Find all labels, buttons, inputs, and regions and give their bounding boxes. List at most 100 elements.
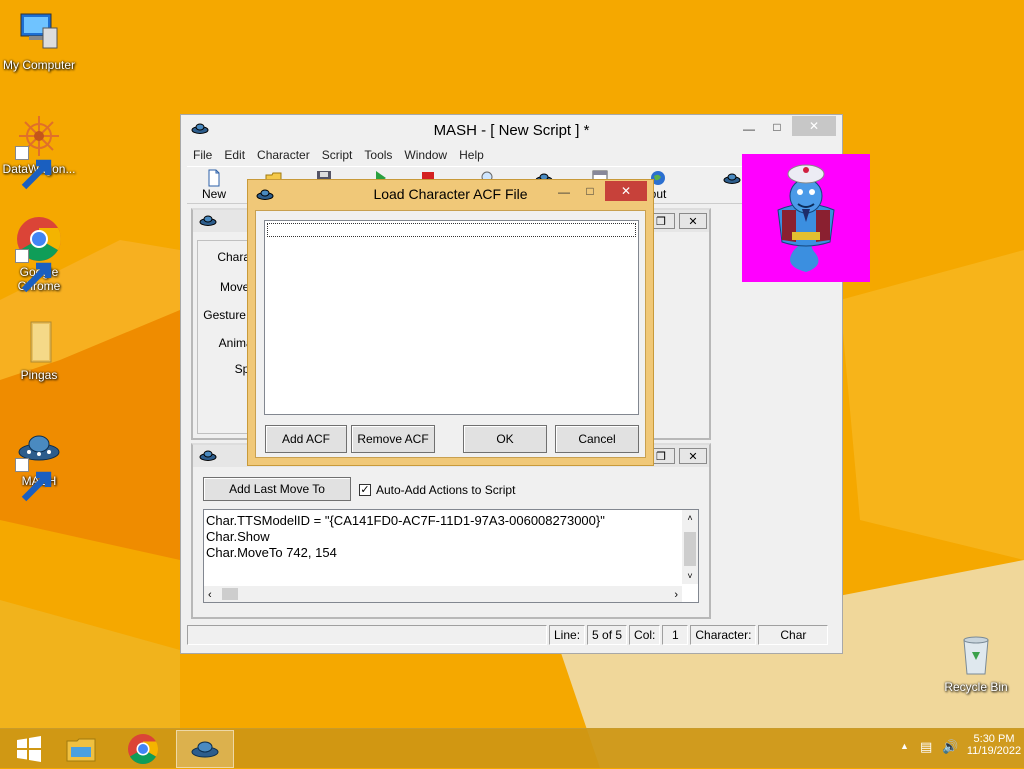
minimize-icon: — [558, 185, 570, 199]
clock[interactable]: 5:30 PM 11/19/2022 [966, 733, 1022, 757]
windows-logo-icon [17, 736, 41, 762]
status-character-label: Character: [690, 625, 757, 645]
chrome-icon [15, 215, 63, 293]
new-document-icon [208, 169, 220, 187]
start-button[interactable] [0, 730, 58, 768]
menu-character[interactable]: Character [251, 146, 316, 164]
desktop-icon-label: My Computer [2, 58, 76, 72]
taskbar-mash[interactable] [176, 730, 234, 768]
datawagon-icon [15, 112, 63, 190]
menu-bar: File Edit Character Script Tools Window … [187, 146, 490, 164]
scroll-up-icon[interactable]: ˄ [682, 510, 698, 526]
status-col-value: 1 [662, 625, 689, 645]
remove-acf-button[interactable]: Remove ACF [351, 425, 435, 453]
folder-icon [15, 318, 63, 366]
auto-add-checkbox[interactable]: ✓ [359, 484, 371, 496]
restore-icon: ❐ [656, 450, 666, 463]
mash-app-icon [191, 121, 209, 139]
scroll-thumb[interactable] [684, 532, 696, 566]
maximize-icon: □ [586, 184, 594, 198]
menu-script[interactable]: Script [316, 146, 359, 164]
restore-icon: ❐ [656, 215, 666, 228]
status-bar: Line: 5 of 5 Col: 1 Character: Char [187, 625, 836, 647]
script-line: Char.TTSModelID = "{CA141FD0-AC7F-11D1-9… [206, 513, 605, 528]
menu-tools[interactable]: Tools [358, 146, 398, 164]
list-focus-row[interactable] [267, 223, 636, 237]
show-hidden-icons-icon[interactable]: ▲ [900, 741, 909, 751]
desktop-icon-mash[interactable]: MASH [0, 424, 78, 502]
maximize-button[interactable]: □ [764, 117, 790, 137]
chrome-icon [128, 734, 159, 765]
taskbar-chrome[interactable] [114, 730, 172, 768]
mash-ufo-icon [15, 424, 63, 502]
new-button-label: New [201, 187, 226, 201]
system-tray: ▲ ▤ 🔊 5:30 PM 11/19/2022 [874, 729, 1024, 769]
desktop-icon-label: Recycle Bin [944, 680, 1008, 694]
ok-button[interactable]: OK [463, 425, 547, 453]
dialog-minimize-button[interactable]: — [551, 182, 577, 202]
clock-date: 11/19/2022 [966, 745, 1022, 757]
desktop-icon-datawagon[interactable]: DataWagon... [0, 112, 78, 190]
desktop-icon-pingas[interactable]: Pingas [0, 318, 78, 382]
file-explorer-icon [66, 738, 96, 762]
close-icon: ✕ [620, 184, 632, 198]
script-line: Char.MoveTo 742, 154 [206, 545, 337, 560]
status-line-value: 5 of 5 [587, 625, 628, 645]
shortcut-arrow-icon [15, 146, 52, 190]
panel-close-button[interactable]: ✕ [679, 448, 707, 464]
scroll-left-icon[interactable]: ‹ [208, 587, 212, 603]
acf-file-list[interactable] [264, 220, 639, 415]
clock-time: 5:30 PM [973, 733, 1015, 745]
volume-icon[interactable]: 🔊 [942, 739, 958, 755]
new-button[interactable]: New [193, 169, 235, 203]
status-line-label: Line: [549, 625, 586, 645]
menu-edit[interactable]: Edit [218, 146, 251, 164]
status-character-value: Char [758, 625, 829, 645]
close-icon: ✕ [688, 450, 698, 463]
menu-file[interactable]: File [187, 146, 218, 164]
desktop-icon-label: Pingas [20, 368, 58, 382]
recycle-bin-icon [952, 630, 1000, 678]
desktop-icon-my-computer[interactable]: My Computer [0, 8, 78, 72]
status-message [187, 625, 547, 645]
minimize-button[interactable]: — [736, 119, 762, 139]
maximize-icon: □ [773, 120, 781, 134]
dialog-close-button[interactable]: ✕ [605, 181, 647, 201]
genie-character[interactable] [742, 154, 870, 282]
ufo-icon [723, 173, 741, 184]
shortcut-arrow-icon [15, 249, 52, 293]
dialog-maximize-button[interactable]: □ [577, 181, 603, 201]
add-acf-button[interactable]: Add ACF [265, 425, 347, 453]
scroll-right-icon[interactable]: › [674, 587, 678, 603]
mash-app-icon [199, 448, 217, 465]
computer-icon [15, 8, 63, 56]
network-icon[interactable]: ▤ [920, 739, 932, 755]
window-title: MASH - [ New Script ] * [433, 121, 590, 139]
vertical-scrollbar[interactable]: ˄ ˅ [682, 510, 698, 584]
cancel-button[interactable]: Cancel [555, 425, 639, 453]
taskbar-file-explorer[interactable] [52, 730, 110, 768]
auto-add-checkbox-row[interactable]: ✓ Auto-Add Actions to Script [359, 483, 515, 497]
shortcut-arrow-icon [15, 458, 52, 502]
panel-close-button[interactable]: ✕ [679, 213, 707, 229]
desktop-icon-recycle-bin[interactable]: Recycle Bin [936, 630, 1016, 694]
script-line: Char.Show [206, 529, 270, 544]
genie-icon [777, 164, 835, 272]
hscroll-thumb[interactable] [222, 588, 238, 600]
minimize-icon: — [743, 122, 755, 136]
add-last-move-button[interactable]: Add Last Move To [203, 477, 351, 501]
auto-add-label: Auto-Add Actions to Script [376, 483, 516, 497]
desktop-icon-google-chrome[interactable]: Google Chrome [0, 215, 78, 293]
horizontal-scrollbar[interactable]: ‹ › [204, 586, 682, 602]
load-acf-dialog: Load Character ACF File — □ ✕ Add ACF Re… [247, 179, 654, 466]
mash-app-icon [199, 213, 217, 230]
dialog-body: Add ACF Remove ACF OK Cancel [255, 210, 646, 458]
close-icon: ✕ [688, 215, 698, 228]
scroll-down-icon[interactable]: ˅ [682, 568, 698, 584]
script-panel: ❐ ✕ Add Last Move To ✓ Auto-Add Actions … [191, 443, 711, 619]
script-editor[interactable]: Char.TTSModelID = "{CA141FD0-AC7F-11D1-9… [203, 509, 699, 603]
menu-help[interactable]: Help [453, 146, 490, 164]
close-icon: ✕ [808, 119, 820, 133]
close-button[interactable]: ✕ [792, 116, 836, 136]
menu-window[interactable]: Window [398, 146, 453, 164]
